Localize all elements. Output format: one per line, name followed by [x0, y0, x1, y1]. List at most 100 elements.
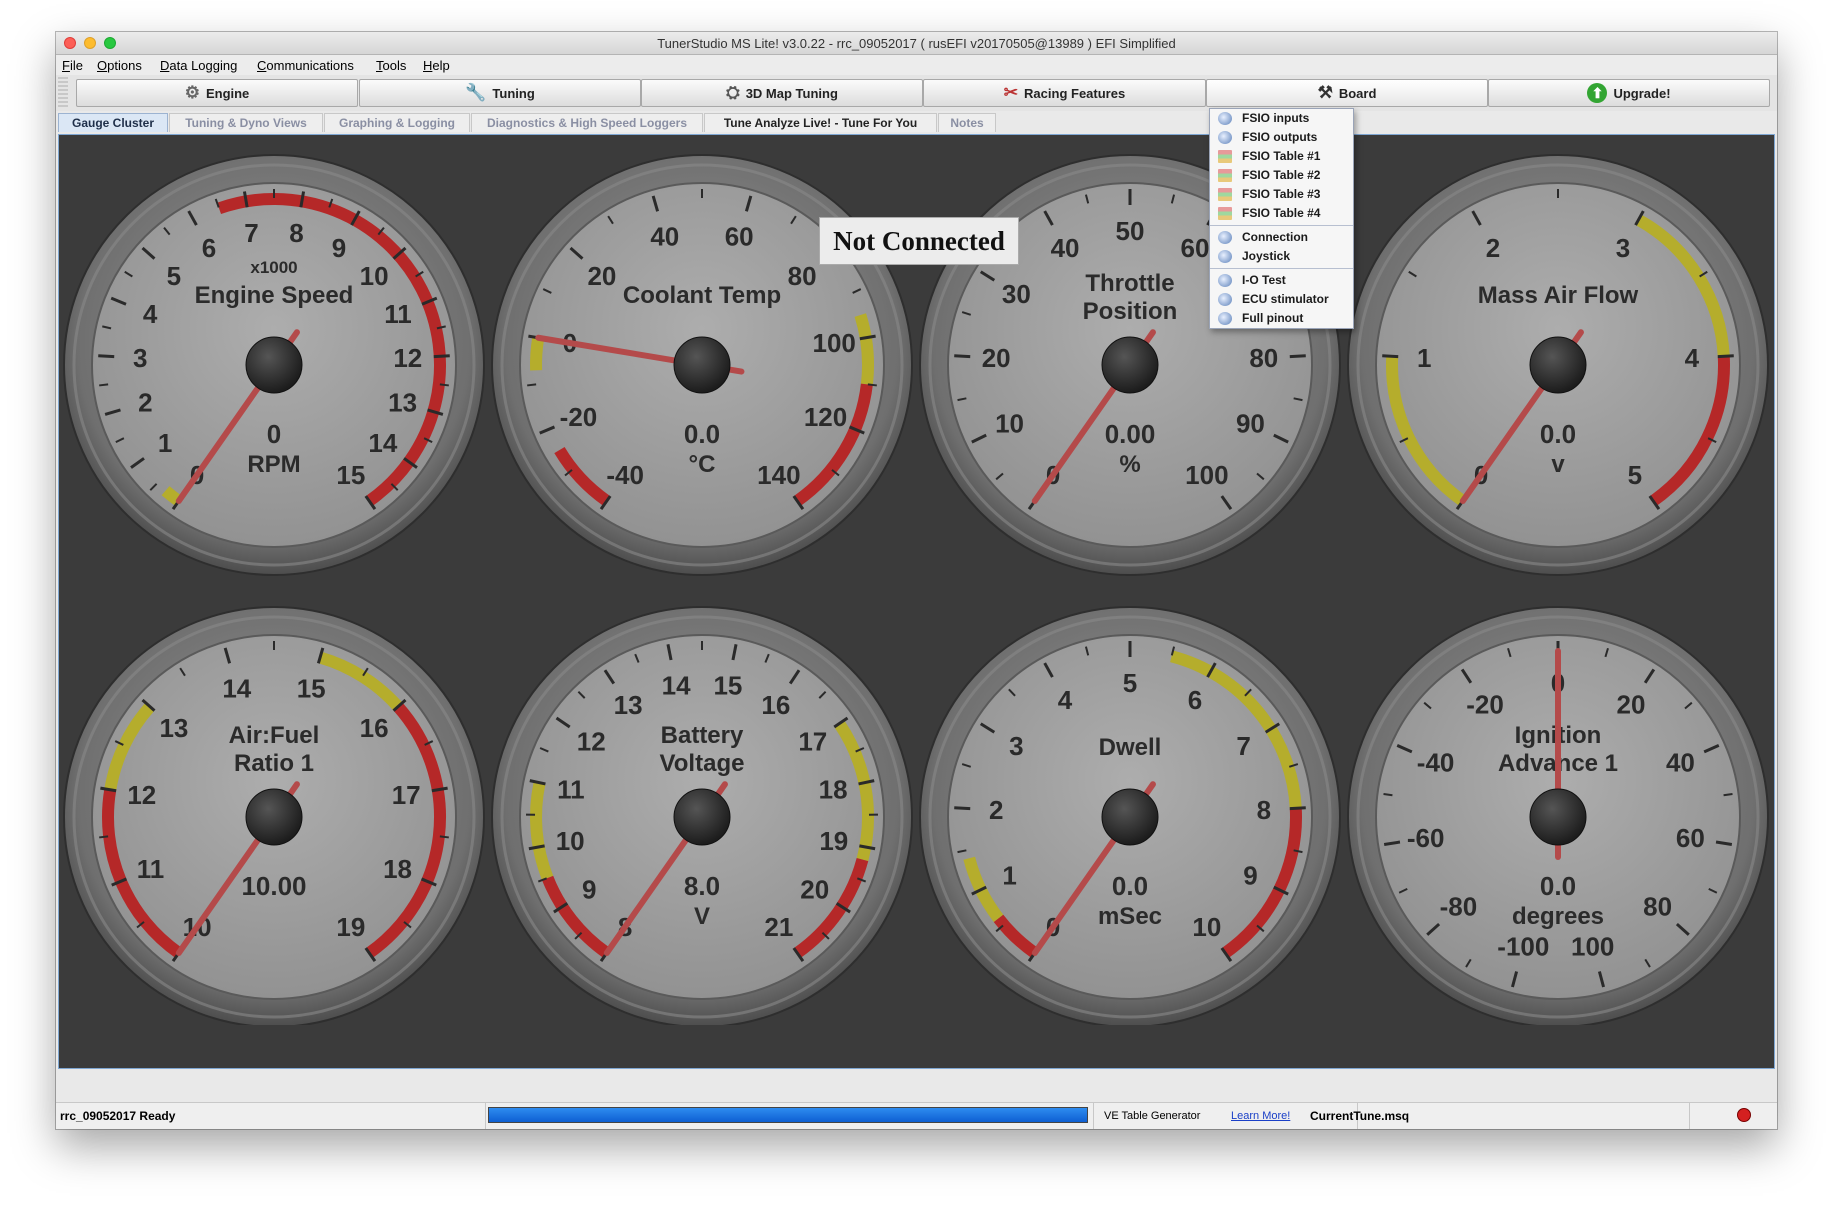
menu-options[interactable]: Options: [97, 58, 142, 73]
gauge-hub: [1101, 336, 1159, 394]
gauge-title: Throttle: [1085, 270, 1174, 297]
gauge-tick: [439, 835, 449, 839]
gauge-title: Position: [1083, 298, 1178, 325]
gauge-tick-label: 90: [1236, 409, 1265, 439]
gauge-tick-label: 10: [1192, 912, 1221, 942]
table-icon: [1218, 169, 1232, 182]
gauge-tick-label: 4: [1685, 343, 1700, 373]
gauge-tick: [867, 383, 877, 387]
gauge-tick-label: -40: [1417, 747, 1455, 777]
gauge-tick-label: 9: [582, 874, 596, 904]
menu-data-logging[interactable]: Data Logging: [160, 58, 237, 73]
gauge-tick-label: 11: [384, 299, 412, 329]
gauge-tick-label: 17: [798, 727, 827, 757]
gauge-tick-label: 13: [159, 713, 188, 743]
menu-file[interactable]: File: [62, 58, 83, 73]
menu-item-fsio-table-3[interactable]: FSIO Table #3: [1210, 185, 1353, 204]
gauge-value: 10.00: [241, 871, 306, 901]
gauge-tick-label: 10: [360, 261, 389, 291]
tune-file-name: CurrentTune.msq: [1306, 1103, 1690, 1129]
menu-item-joystick[interactable]: Joystick: [1210, 247, 1353, 266]
menu-tools[interactable]: Tools: [376, 58, 406, 73]
gauge-tick-label: 9: [332, 233, 346, 263]
tab-notes[interactable]: Notes: [938, 113, 996, 132]
menu-communications[interactable]: Communications: [257, 58, 354, 73]
gauge-tick-label: 3: [1009, 731, 1023, 761]
tab-diagnostics[interactable]: Diagnostics & High Speed Loggers: [471, 113, 703, 132]
progress-container: [486, 1103, 1094, 1129]
gauge-tick-label: -60: [1407, 823, 1445, 853]
tab-tuning-dyno-views[interactable]: Tuning & Dyno Views: [169, 113, 323, 132]
menu-item-fsio-table-2[interactable]: FSIO Table #2: [1210, 166, 1353, 185]
dialog-icon: [1218, 231, 1232, 244]
gauge-tick-label: 5: [1123, 668, 1137, 698]
gauge-tick: [1723, 793, 1733, 797]
menu-item-i-o-test[interactable]: I-O Test: [1210, 271, 1353, 290]
gauge-tick-label: 2: [138, 388, 152, 418]
gauge-tick-label: 13: [614, 690, 643, 720]
gauge-title: Engine Speed: [195, 282, 354, 309]
gauge-tick-label: -80: [1440, 892, 1478, 922]
table-icon: [1218, 207, 1232, 220]
gauge-tick-label: 16: [360, 713, 389, 743]
gauge-tick-label: 20: [587, 261, 616, 291]
gauge-tick-label: 12: [393, 343, 422, 373]
gauge-tick-label: 8: [289, 218, 303, 248]
gauge-units: °C: [689, 451, 716, 478]
gauge-title: Air:Fuel: [229, 722, 320, 749]
racing-features-button[interactable]: ✂ Racing Features: [923, 79, 1206, 107]
gauge-title: Voltage: [660, 750, 745, 777]
wrench-icon: 🔧: [465, 83, 487, 102]
gauge-tick-label: 3: [133, 343, 147, 373]
menu-item-connection[interactable]: Connection: [1210, 228, 1353, 247]
dialog-icon: [1218, 131, 1232, 144]
gauge-7: 012345678910Dwell0.0mSec: [919, 606, 1341, 1025]
gauge-tick-label: 21: [764, 912, 793, 942]
gauge-title: Coolant Temp: [623, 282, 781, 309]
gauge-tick-label: 80: [1643, 892, 1672, 922]
gauge-tick: [439, 383, 449, 387]
gauge-8: -100-80-60-40-20020406080100IgnitionAdva…: [1347, 606, 1769, 1025]
menu-item-ecu-stimulator[interactable]: ECU stimulator: [1210, 290, 1353, 309]
menu-help[interactable]: Help: [423, 58, 450, 73]
engine-button[interactable]: ⚙ Engine: [76, 79, 358, 107]
tab-gauge-cluster[interactable]: Gauge Cluster: [58, 113, 168, 132]
gauge-tick-label: 9: [1243, 861, 1257, 891]
ve-table-generator-label: VE Table Generator: [1104, 1110, 1201, 1122]
gauge-tick-label: 19: [819, 826, 848, 856]
app-window: TunerStudio MS Lite! v3.0.22 - rrc_09052…: [56, 32, 1777, 1129]
title-bar[interactable]: TunerStudio MS Lite! v3.0.22 - rrc_09052…: [56, 32, 1777, 55]
menu-item-fsio-inputs[interactable]: FSIO inputs: [1210, 109, 1353, 128]
tab-graphing-logging[interactable]: Graphing & Logging: [324, 113, 470, 132]
menu-item-full-pinout[interactable]: Full pinout: [1210, 309, 1353, 328]
gauge-band: [530, 336, 545, 371]
dialog-icon: [1218, 293, 1232, 306]
gauge-tick-label: 3: [1616, 233, 1630, 263]
upgrade-button[interactable]: ⬆ Upgrade!: [1488, 79, 1770, 107]
toolbar-grip[interactable]: [58, 77, 68, 107]
gauge-4: 012345Mass Air Flow0.0v: [1347, 154, 1769, 576]
gauge-canvas: 0123456789101112131415Engine Speedx10000…: [63, 154, 1769, 1025]
menu-item-fsio-outputs[interactable]: FSIO outputs: [1210, 128, 1353, 147]
gauge-tick-label: 20: [1617, 690, 1646, 720]
board-button[interactable]: ⚒ Board: [1206, 79, 1488, 107]
gauge-tick: [1383, 793, 1393, 797]
gauge-tick-label: 80: [1249, 343, 1278, 373]
gauge-tick-label: 1: [1417, 343, 1431, 373]
gauge-tick-label: 6: [202, 233, 216, 263]
3d-map-tuning-button[interactable]: ⛭ 3D Map Tuning: [641, 79, 923, 107]
gauge-value: 0.0: [1540, 871, 1576, 901]
menu-item-fsio-table-1[interactable]: FSIO Table #1: [1210, 147, 1353, 166]
gauge-tick-label: 2: [989, 795, 1003, 825]
connection-status-icon: [1734, 1103, 1754, 1129]
gauge-value: 0.0: [684, 419, 720, 449]
gauge-hub: [1529, 788, 1587, 846]
dialog-icon: [1218, 274, 1232, 287]
tab-tune-analyze-live[interactable]: Tune Analyze Live! - Tune For You: [704, 113, 937, 132]
gauge-6: 89101112131415161718192021BatteryVoltage…: [491, 606, 913, 1025]
gauge-tick-label: 7: [1236, 731, 1250, 761]
menu-item-fsio-table-4[interactable]: FSIO Table #4: [1210, 204, 1353, 223]
tuning-button[interactable]: 🔧 Tuning: [359, 79, 641, 107]
gauge-tick-label: 4: [143, 299, 158, 329]
gauge-title: Mass Air Flow: [1478, 282, 1639, 309]
